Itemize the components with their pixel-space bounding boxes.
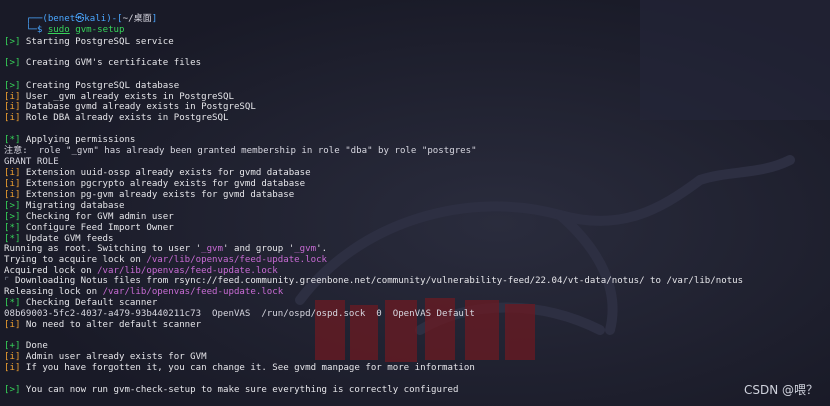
output-text: Migrating database	[20, 201, 125, 211]
output-line: GRANT ROLE	[4, 157, 59, 168]
output-text: You can now run gvm-check-setup to make …	[20, 385, 459, 395]
output-text: 08b69003-5fc2-4037-a479-93b440211c73 Ope…	[4, 309, 475, 319]
status-marker: [i]	[4, 179, 21, 189]
output-text: Creating GVM's certificate files	[20, 58, 202, 68]
output-line: [i] No need to alter default scanner	[4, 320, 201, 331]
output-line: [>] Creating PostgreSQL database	[4, 81, 179, 92]
output-text: Database gvmd already exists in PostgreS…	[20, 102, 256, 112]
status-marker: [>]	[4, 81, 21, 91]
lock-path: /var/lib/openvas/feed-update.lock	[97, 266, 278, 276]
output-text: Done	[20, 341, 48, 351]
output-text: Extension uuid-ossp already exists for g…	[20, 168, 311, 178]
status-marker: [*]	[4, 135, 21, 145]
prompt-path: ~/桌面	[122, 14, 152, 24]
output-text: Role DBA already exists in PostgreSQL	[20, 113, 229, 123]
output-line: [i] Database gvmd already exists in Post…	[4, 102, 256, 113]
status-marker: [i]	[4, 168, 21, 178]
output-line: [i] Admin user already exists for GVM	[4, 352, 207, 363]
command-line: └─$ sudo gvm-setup	[4, 14, 125, 35]
output-line: [>] Creating GVM's certificate files	[4, 58, 201, 69]
output-line: [i] Extension pgcrypto already exists fo…	[4, 179, 305, 190]
command-sudo: sudo	[47, 25, 70, 35]
output-line: 08b69003-5fc2-4037-a479-93b440211c73 Ope…	[4, 309, 475, 320]
status-marker: [i]	[4, 102, 21, 112]
output-text: Update GVM feeds	[20, 234, 114, 244]
output-text: Extension pgcrypto already exists for gv…	[20, 179, 306, 189]
output-line: [*] Checking Default scanner	[4, 298, 157, 309]
output-text: Configure Feed Import Owner	[20, 223, 174, 233]
prompt-box-close: ]	[151, 14, 158, 24]
status-marker: [*]	[4, 234, 21, 244]
lock-path: /var/lib/openvas/feed-update.lock	[102, 287, 284, 297]
status-marker: [>]	[4, 212, 21, 222]
output-line: [*] Applying permissions	[4, 135, 135, 146]
output-text: Admin user already exists for GVM	[20, 352, 207, 362]
prompt-line: ┌──(benet㉿kali)-[~/桌面]	[4, 3, 157, 24]
releasing-lock-line: Releasing lock on /var/lib/openvas/feed-…	[4, 287, 284, 297]
running-as-root-line: Running as root. Switching to user '_gvm…	[4, 244, 328, 254]
output-line: [*] Configure Feed Import Owner	[4, 223, 174, 234]
status-marker: [>]	[4, 385, 21, 395]
status-marker: [i]	[4, 113, 21, 123]
status-marker: [i]	[4, 352, 21, 362]
switch-user: _gvm	[201, 244, 224, 254]
output-line: [+] Done	[4, 341, 48, 352]
output-line: [i] If you have forgotten it, you can ch…	[4, 363, 475, 374]
command-name: gvm-setup	[75, 25, 125, 35]
terminal-output: ┌──(benet㉿kali)-[~/桌面] └─$ sudo gvm-setu…	[0, 0, 830, 406]
status-marker: [i]	[4, 320, 21, 330]
status-marker: [>]	[4, 201, 21, 211]
output-text: User _gvm already exists in PostgreSQL	[20, 92, 234, 102]
downloading-notus-line: ⌜ Downloading Notus files from rsync://f…	[4, 276, 744, 286]
output-line: [>] Migrating database	[4, 201, 124, 212]
output-text: Applying permissions	[20, 135, 136, 145]
output-text: Checking Default scanner	[20, 298, 158, 308]
output-line: [>] You can now run gvm-check-setup to m…	[4, 385, 458, 396]
prompt-dollar: └─$	[25, 25, 43, 35]
output-text: Creating PostgreSQL database	[20, 81, 180, 91]
output-line: [i] Extension uuid-ossp already exists f…	[4, 168, 311, 179]
output-text: If you have forgotten it, you can change…	[20, 363, 475, 373]
trying-lock-line: Trying to acquire lock on /var/lib/openv…	[4, 255, 328, 265]
output-line: [i] Role DBA already exists in PostgreSQ…	[4, 113, 228, 124]
switch-group: _gvm	[294, 244, 317, 254]
status-marker: [i]	[4, 190, 21, 200]
output-text: Extension pg-gvm already exists for gvmd…	[20, 190, 295, 200]
status-marker: [i]	[4, 363, 21, 373]
status-marker: [>]	[4, 58, 21, 68]
status-marker: [*]	[4, 223, 21, 233]
output-text: Checking for GVM admin user	[20, 212, 174, 222]
output-text: No need to alter default scanner	[20, 320, 202, 330]
lock-path: /var/lib/openvas/feed-update.lock	[146, 255, 328, 265]
output-line: [>] Checking for GVM admin user	[4, 212, 174, 223]
output-text: Starting PostgreSQL service	[20, 37, 174, 47]
status-marker: [i]	[4, 92, 21, 102]
output-line: [i] Extension pg-gvm already exists for …	[4, 190, 294, 201]
output-text: 注意: role "_gvm" has already been granted…	[4, 146, 477, 156]
output-line: 注意: role "_gvm" has already been granted…	[4, 146, 477, 157]
status-marker: [>]	[4, 37, 21, 47]
output-line: [>] Starting PostgreSQL service	[4, 37, 174, 48]
csdn-watermark: CSDN @喂？	[743, 383, 818, 397]
status-marker: [*]	[4, 298, 21, 308]
output-text: GRANT ROLE	[4, 157, 59, 167]
status-marker: [+]	[4, 341, 21, 351]
